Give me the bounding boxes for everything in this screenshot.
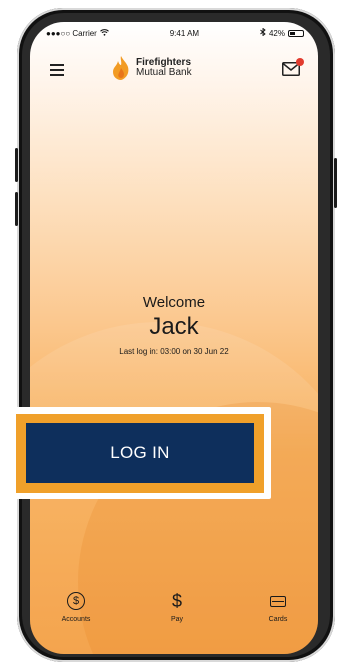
login-button[interactable]: LOG IN bbox=[26, 423, 254, 483]
dollar-icon: $ bbox=[171, 591, 182, 611]
tab-cards[interactable]: Cards bbox=[248, 590, 308, 630]
power-button bbox=[334, 158, 337, 208]
notification-dot bbox=[296, 58, 304, 66]
status-right: 42% bbox=[260, 27, 304, 38]
brand-logo: Firefighters Mutual Bank bbox=[112, 56, 192, 80]
hamburger-menu-icon[interactable] bbox=[50, 64, 64, 76]
app-screen: ●●●○○ Carrier 9:41 AM 42% Firefighters M… bbox=[30, 22, 318, 654]
status-left: ●●●○○ Carrier bbox=[46, 29, 109, 38]
welcome-section: Welcome Jack Last log in: 03:00 on 30 Ju… bbox=[30, 294, 318, 356]
tab-pay-label: Pay bbox=[170, 616, 184, 623]
wifi-icon bbox=[99, 28, 109, 38]
bottom-tab-bar: $ Accounts $ Pay Cards bbox=[30, 590, 318, 630]
bluetooth-icon bbox=[260, 27, 266, 38]
last-login-text: Last log in: 03:00 on 30 Jun 22 bbox=[119, 347, 229, 356]
tab-cards-label: Cards bbox=[268, 616, 288, 623]
battery-icon bbox=[287, 29, 304, 37]
app-header: Firefighters Mutual Bank bbox=[30, 50, 318, 90]
tab-cards-icon-wrap bbox=[270, 590, 286, 612]
volume-button bbox=[15, 148, 18, 182]
mail-icon[interactable] bbox=[282, 58, 304, 76]
tab-accounts-icon-wrap: $ bbox=[67, 590, 85, 612]
brand-text: Firefighters Mutual Bank bbox=[136, 58, 192, 78]
flame-logo-icon bbox=[113, 56, 129, 80]
status-bar: ●●●○○ Carrier 9:41 AM 42% bbox=[30, 22, 318, 44]
carrier-label: ●●●○○ Carrier bbox=[46, 28, 97, 38]
dollar-circle-icon: $ bbox=[67, 592, 85, 610]
tab-accounts-label: Accounts bbox=[61, 616, 91, 623]
tab-accounts[interactable]: $ Accounts bbox=[46, 590, 106, 630]
welcome-label: Welcome bbox=[142, 294, 206, 311]
volume-button bbox=[15, 192, 18, 226]
battery-percent: 42% bbox=[268, 28, 285, 38]
user-name: Jack bbox=[149, 313, 199, 340]
brand-name-line2: Mutual Bank bbox=[136, 67, 192, 78]
card-icon bbox=[270, 595, 286, 607]
tab-pay[interactable]: $ Pay bbox=[147, 590, 207, 630]
tab-pay-icon-wrap: $ bbox=[172, 590, 182, 612]
status-time: 9:41 AM bbox=[169, 28, 200, 38]
battery-fill bbox=[289, 31, 295, 35]
